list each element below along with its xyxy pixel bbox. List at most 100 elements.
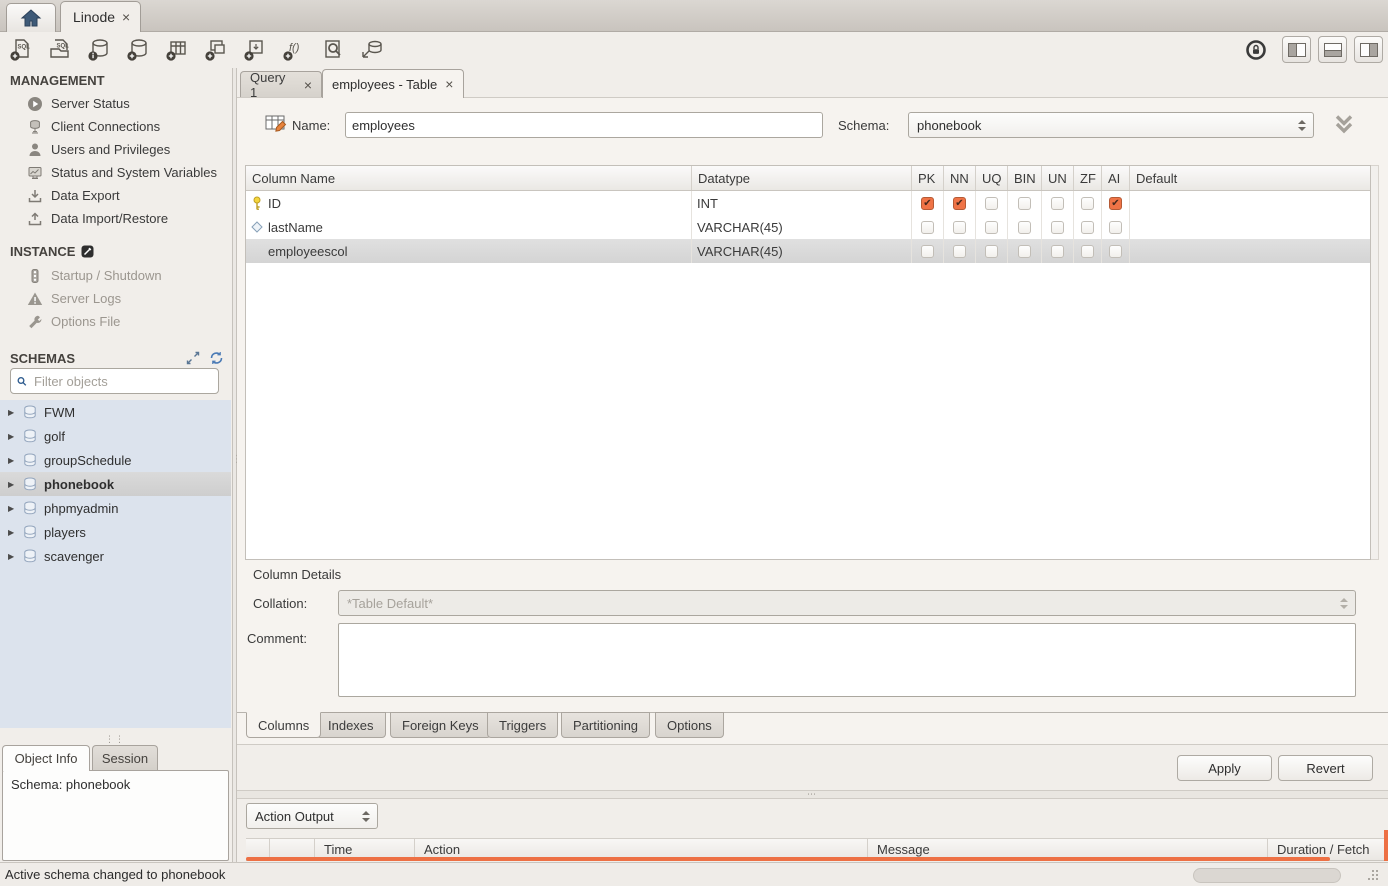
expand-arrow-icon[interactable]: ▶	[8, 432, 16, 441]
sidebar-item-status-variables[interactable]: Status and System Variables	[0, 161, 232, 184]
expand-arrow-icon[interactable]: ▶	[8, 552, 16, 561]
tab-triggers[interactable]: Triggers	[487, 712, 558, 738]
apply-button[interactable]: Apply	[1177, 755, 1272, 781]
expand-arrow-icon[interactable]: ▶	[8, 456, 16, 465]
horizontal-scrollbar-thumb[interactable]	[246, 857, 1330, 861]
toggle-bottom-panel-button[interactable]	[1318, 36, 1347, 63]
output-splitter[interactable]: ⋯	[237, 790, 1388, 799]
open-sql-script-icon[interactable]: SQL	[47, 37, 73, 63]
header-bin[interactable]: BIN	[1008, 166, 1042, 190]
table-name-input[interactable]	[345, 112, 823, 138]
column-row-employeescol[interactable]: employeescol VARCHAR(45)	[246, 239, 1370, 263]
comment-textarea[interactable]	[338, 623, 1356, 697]
new-sql-tab-icon[interactable]: SQL	[8, 37, 34, 63]
expand-arrow-icon[interactable]: ▶	[8, 480, 16, 489]
database-info-icon[interactable]	[86, 37, 112, 63]
expand-schemas-icon[interactable]	[186, 351, 200, 365]
connection-tab[interactable]: Linode ×	[60, 1, 141, 32]
ai-checkbox[interactable]	[1109, 245, 1122, 258]
sidebar-item-options-file[interactable]: Options File	[0, 310, 232, 333]
tab-object-info[interactable]: Object Info	[2, 745, 90, 771]
column-row-lastname[interactable]: lastName VARCHAR(45)	[246, 215, 1370, 239]
header-ai[interactable]: AI	[1102, 166, 1130, 190]
grid-scrollbar-track[interactable]	[1371, 165, 1379, 560]
schema-item-groupschedule[interactable]: ▶ groupSchedule	[0, 448, 231, 472]
uq-checkbox[interactable]	[985, 197, 998, 210]
uq-checkbox[interactable]	[985, 221, 998, 234]
sidebar-item-server-logs[interactable]: Server Logs	[0, 287, 232, 310]
search-data-icon[interactable]	[320, 37, 346, 63]
uq-checkbox[interactable]	[985, 245, 998, 258]
sidebar-item-data-export[interactable]: Data Export	[0, 184, 232, 207]
expand-arrow-icon[interactable]: ▶	[8, 408, 16, 417]
data-transfer-icon[interactable]	[359, 37, 385, 63]
schema-select[interactable]: phonebook	[908, 112, 1314, 138]
window-resize-grip-icon[interactable]	[1372, 870, 1384, 882]
bin-checkbox[interactable]	[1018, 221, 1031, 234]
schema-item-golf[interactable]: ▶ golf	[0, 424, 231, 448]
statusbar-scrollbar-thumb[interactable]	[1193, 868, 1341, 883]
sidebar-item-startup-shutdown[interactable]: Startup / Shutdown	[0, 264, 232, 287]
tab-foreign-keys[interactable]: Foreign Keys	[390, 712, 491, 738]
pk-checkbox[interactable]	[921, 197, 934, 210]
expand-header-chevron-icon[interactable]	[1330, 113, 1358, 137]
sidebar-splitter-handle[interactable]: ⋮⋮	[105, 734, 125, 745]
ai-checkbox[interactable]	[1109, 197, 1122, 210]
header-uq[interactable]: UQ	[976, 166, 1008, 190]
revert-button[interactable]: Revert	[1278, 755, 1373, 781]
un-checkbox[interactable]	[1051, 197, 1064, 210]
create-schema-icon[interactable]	[125, 37, 151, 63]
schema-item-players[interactable]: ▶ players	[0, 520, 231, 544]
header-zf[interactable]: ZF	[1074, 166, 1102, 190]
output-type-select[interactable]: Action Output	[246, 803, 378, 829]
tab-employees-table[interactable]: employees - Table ×	[322, 69, 464, 98]
create-function-icon[interactable]: f()	[281, 37, 307, 63]
nn-checkbox[interactable]	[953, 221, 966, 234]
un-checkbox[interactable]	[1051, 221, 1064, 234]
instance-actions-icon[interactable]	[81, 245, 94, 258]
ai-checkbox[interactable]	[1109, 221, 1122, 234]
sidebar-item-client-connections[interactable]: Client Connections	[0, 115, 232, 138]
zf-checkbox[interactable]	[1081, 197, 1094, 210]
header-column-name[interactable]: Column Name	[246, 166, 692, 190]
create-procedure-icon[interactable]	[242, 37, 268, 63]
close-icon[interactable]: ×	[304, 78, 312, 92]
header-datatype[interactable]: Datatype	[692, 166, 912, 190]
home-tab[interactable]	[6, 3, 56, 32]
toggle-left-sidebar-button[interactable]	[1282, 36, 1311, 63]
tab-columns[interactable]: Columns	[246, 712, 321, 738]
sidebar-item-server-status[interactable]: Server Status	[0, 92, 232, 115]
tab-partitioning[interactable]: Partitioning	[561, 712, 650, 738]
tab-session[interactable]: Session	[92, 745, 158, 771]
pk-checkbox[interactable]	[921, 221, 934, 234]
close-icon[interactable]: ×	[445, 77, 453, 91]
zf-checkbox[interactable]	[1081, 221, 1094, 234]
un-checkbox[interactable]	[1051, 245, 1064, 258]
stepper-icon[interactable]	[359, 811, 373, 822]
create-table-icon[interactable]	[164, 37, 190, 63]
schema-item-phonebook[interactable]: ▶ phonebook	[0, 472, 231, 496]
column-row-id[interactable]: ID INT	[246, 191, 1370, 215]
pk-checkbox[interactable]	[921, 245, 934, 258]
refresh-schemas-icon[interactable]	[209, 351, 224, 365]
schema-item-phpmyadmin[interactable]: ▶ phpmyadmin	[0, 496, 231, 520]
schema-filter-input[interactable]	[32, 373, 212, 390]
tab-query-1[interactable]: Query 1 ×	[240, 71, 322, 97]
vertical-scrollbar-thumb[interactable]	[1384, 830, 1388, 861]
zf-checkbox[interactable]	[1081, 245, 1094, 258]
tab-indexes[interactable]: Indexes	[316, 712, 386, 738]
schema-item-scavenger[interactable]: ▶ scavenger	[0, 544, 231, 568]
expand-arrow-icon[interactable]: ▶	[8, 528, 16, 537]
create-view-icon[interactable]	[203, 37, 229, 63]
expand-arrow-icon[interactable]: ▶	[8, 504, 16, 513]
toggle-right-sidebar-button[interactable]	[1354, 36, 1383, 63]
bin-checkbox[interactable]	[1018, 197, 1031, 210]
close-icon[interactable]: ×	[122, 10, 130, 24]
tab-options[interactable]: Options	[655, 712, 724, 738]
nn-checkbox[interactable]	[953, 245, 966, 258]
header-un[interactable]: UN	[1042, 166, 1074, 190]
schema-filter-box[interactable]	[10, 368, 219, 394]
bin-checkbox[interactable]	[1018, 245, 1031, 258]
schema-item-fwm[interactable]: ▶ FWM	[0, 400, 231, 424]
header-default[interactable]: Default	[1130, 166, 1370, 190]
